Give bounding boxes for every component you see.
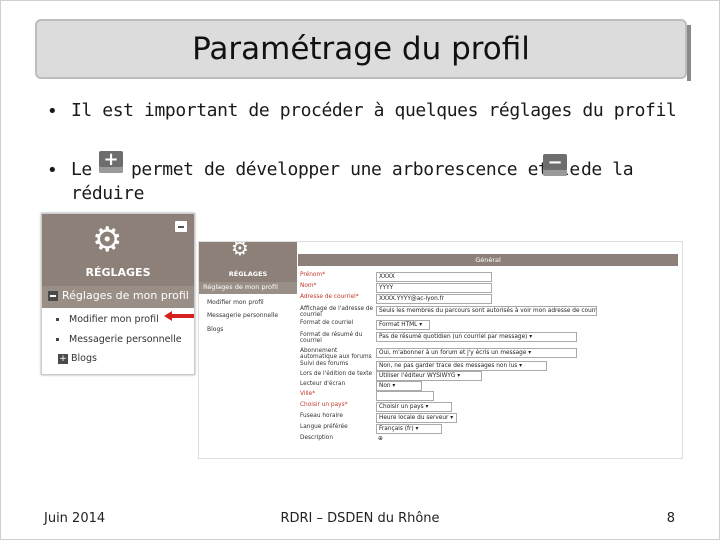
field-label: Suivi des forums [300,361,349,367]
minus-icon[interactable] [48,291,58,301]
bullet-dot [56,338,59,341]
profile-settings-label: Réglages de mon profil [203,283,278,291]
bullet-dot [56,318,59,321]
menu-item-edit-profile[interactable]: Modifier mon profil [207,299,264,306]
field-input[interactable]: Pas de résumé quotidien (un courriel par… [376,332,577,342]
bullet-text-2-line2: réduire [71,183,145,204]
page-title: Paramétrage du profil [192,31,530,67]
bullet-text-2-end: de la [581,159,634,180]
form-row: Ville* [298,391,678,401]
field-input[interactable]: Format HTML ▾ [376,320,430,330]
settings-header: ⚙ RÉGLAGES [199,242,297,282]
form-row: Format de résumé du courriel Pas de résum… [298,332,678,344]
bullet-text-2-start: Le [71,159,92,180]
collapse-icon[interactable] [175,221,187,232]
field-input[interactable]: ⊕ [376,435,390,443]
field-label: Langue préférée [300,424,348,430]
minus-symbol: − [547,152,563,173]
left-screenshot: ⚙ RÉGLAGES Réglages de mon profil Modifi… [41,213,195,375]
field-label: Nom* [300,283,317,289]
form-row: Affichage de l'adresse de courriel Seuls … [298,306,678,318]
field-input[interactable]: YYYY [376,283,492,293]
field-label: Format de courriel [300,320,354,326]
slide: Paramétrage du profil • Il est important… [0,0,720,540]
settings-menu: ⚙ RÉGLAGES Réglages de mon profil Modifi… [199,242,297,458]
plus-icon[interactable]: + [58,353,68,364]
field-label: Prénom* [300,272,325,278]
menu-item-edit-profile[interactable]: Modifier mon profil [56,314,159,325]
page-number: 8 [666,511,675,526]
field-input[interactable]: Français (fr) ▾ [376,424,442,434]
form-row: Prénom* XXXX [298,272,678,282]
field-label: Lecteur d'écran [300,381,346,387]
form-row: Nom* YYYY [298,283,678,293]
red-arrow-icon [164,311,194,321]
field-label: Fuseau horaire [300,413,343,419]
title-bar: Paramétrage du profil [35,19,691,81]
form-row: Abonnement automatique aux forums Oui, m'… [298,348,678,360]
field-input[interactable]: Choisir un pays ▾ [376,402,452,412]
settings-label: RÉGLAGES [228,270,268,278]
field-input[interactable]: Heure locale du serveur ▾ [376,413,457,423]
field-label: Ville* [300,391,316,397]
footer-author: RDRI – DSDEN du Rhône [280,511,440,526]
form-row: Adresse de courriel* XXXX.YYYY@ac-lyon.fr [298,294,678,304]
gear-icon: ⚙ [92,220,123,260]
form-section-header: Général [298,254,678,266]
menu-item-label: Messagerie personnelle [69,334,182,345]
menu-item-blogs[interactable]: Blogs [207,326,223,333]
form-row: Lors de l'édition de texte Utiliser l'édi… [298,371,678,381]
field-label: Description [300,435,334,441]
field-input[interactable]: Non, ne pas garder trace des messages no… [376,361,547,371]
form-row: Choisir un pays* Choisir un pays ▾ [298,402,678,412]
plus-icon: + [99,149,123,173]
bullet-text-2-middle: permet de développer une arborescence et… [131,159,580,180]
form-row: Description ⊕ [298,435,678,445]
form-row: Suivi des forums Non, ne pas garder trace… [298,361,678,371]
form-row: Fuseau horaire Heure locale du serveur ▾ [298,413,678,423]
field-input[interactable]: Seuls les membres du parcours sont autor… [376,306,597,316]
right-screenshot: ⚙ RÉGLAGES Réglages de mon profil Modifi… [198,241,683,459]
profile-form: Général Prénom* XXXX Nom* YYYY Adresse de co… [298,254,678,458]
field-label: Choisir un pays* [300,402,348,408]
field-label: Lors de l'édition de texte [300,371,373,377]
field-input[interactable]: XXXX.YYYY@ac-lyon.fr [376,294,492,304]
gear-icon: ⚙ [231,241,249,260]
menu-item-label: Blogs [71,353,97,364]
menu-item-messaging[interactable]: Messagerie personnelle [56,334,182,345]
field-input[interactable]: Oui, m'abonner à un forum et j'y écris u… [376,348,577,358]
field-label: Abonnement automatique aux forums [300,348,372,360]
field-input[interactable]: Utiliser l'éditeur WYSIWYG ▾ [376,371,482,381]
menu-item-label: Modifier mon profil [69,314,159,325]
settings-header: ⚙ RÉGLAGES [42,214,194,286]
profile-settings-row[interactable]: Réglages de mon profil [42,286,194,308]
profile-settings-row[interactable]: Réglages de mon profil [199,282,297,294]
minus-icon: − [543,152,567,176]
field-input[interactable]: Non ▾ [376,381,422,391]
field-input[interactable]: XXXX [376,272,492,282]
field-label: Affichage de l'adresse de courriel [300,306,374,318]
bullet-marker: • [47,101,58,122]
form-row: Lecteur d'écran Non ▾ [298,381,678,391]
settings-label: RÉGLAGES [85,266,151,279]
form-row: Langue préférée Français (fr) ▾ [298,424,678,434]
form-row: Format de courriel Format HTML ▾ [298,320,678,330]
menu-item-messaging[interactable]: Messagerie personnelle [207,312,278,319]
field-label: Format de résumé du courriel [300,332,363,344]
profile-settings-label: Réglages de mon profil [62,289,189,302]
bullet-text-1: Il est important de procéder à quelques … [71,100,677,121]
plus-symbol: + [103,149,119,170]
title-bar-shadow [687,25,691,81]
field-input[interactable] [376,391,434,401]
bullet-marker: • [47,160,58,181]
field-label: Adresse de courriel* [300,294,359,300]
menu-item-blogs[interactable]: + Blogs [58,353,97,364]
